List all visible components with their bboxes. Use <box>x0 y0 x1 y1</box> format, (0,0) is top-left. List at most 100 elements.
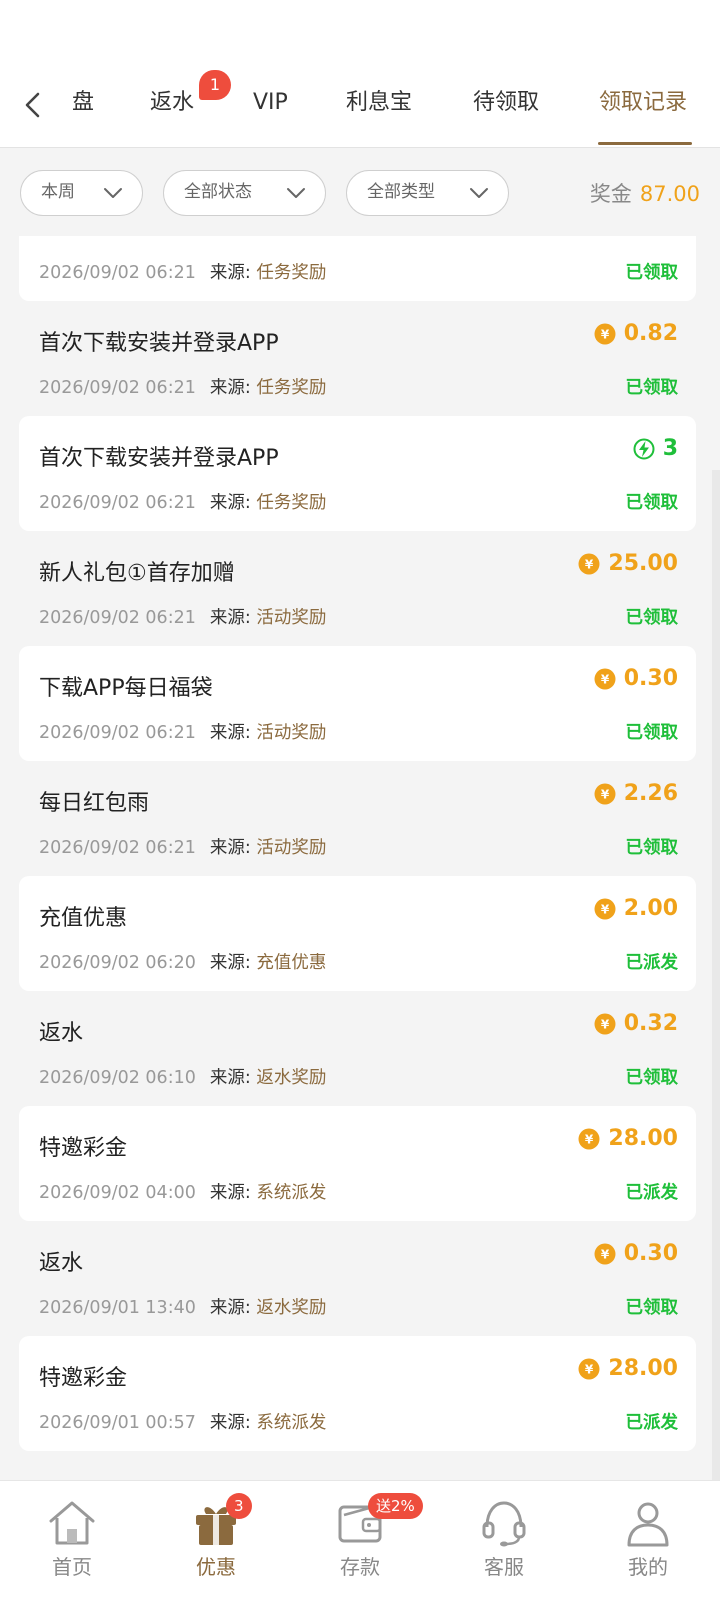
nav-profile[interactable]: 我的 <box>598 1499 698 1580</box>
bonus-label: 奖金 <box>589 182 632 206</box>
tab-pending[interactable]: 待领取 <box>473 88 539 118</box>
coin-icon: ¥ <box>578 553 600 574</box>
chevron-down-icon <box>104 188 122 198</box>
back-arrow-icon[interactable] <box>18 90 48 120</box>
coin-icon: ¥ <box>578 1358 600 1379</box>
tab-vip[interactable]: VIP <box>253 88 288 118</box>
record-title: 首次下载安装并登录APP <box>39 331 279 356</box>
record-status: 已领取 <box>625 1298 679 1318</box>
record-time: 2026/09/02 06:21 <box>39 378 196 398</box>
status-filter[interactable]: 全部状态 <box>163 170 326 216</box>
top-tab-bar: 盘 返水 1 VIP 利息宝 待领取 领取记录 <box>0 60 720 148</box>
record-time: 2026/09/02 06:21 <box>39 838 196 858</box>
record-row[interactable]: 每日红包雨 2026/09/02 06:21 来源: 活动奖励 ¥2.26 已领取 <box>19 761 696 876</box>
record-amount-value: 28.00 <box>608 1356 678 1381</box>
record-row[interactable]: 下载APP每日福袋 2026/09/02 06:21 来源: 活动奖励 ¥0.30 已领… <box>19 646 696 761</box>
record-source-label: 来源: <box>209 1413 251 1433</box>
coin-icon: ¥ <box>594 323 616 344</box>
record-amount-value: 25.00 <box>608 551 678 576</box>
chevron-down-icon <box>470 188 488 198</box>
svg-text:¥: ¥ <box>585 1132 594 1146</box>
record-meta: 2026/09/02 06:21 来源: 活动奖励 <box>39 604 326 629</box>
record-source: 任务奖励 <box>256 493 327 513</box>
tab-claim-records[interactable]: 领取记录 <box>599 88 687 118</box>
record-status: 已领取 <box>625 378 679 398</box>
coin-icon: ¥ <box>594 898 616 919</box>
coin-icon: ¥ <box>594 1013 616 1034</box>
nav-home[interactable]: 首页 <box>22 1499 122 1580</box>
record-source: 充值优惠 <box>256 953 327 973</box>
record-status: 已领取 <box>625 263 679 283</box>
record-time: 2026/09/02 06:21 <box>39 608 196 628</box>
record-row[interactable]: 充值优惠 2026/09/02 06:20 来源: 充值优惠 ¥2.00 已派发 <box>19 876 696 991</box>
record-source-label: 来源: <box>209 493 251 513</box>
record-meta: 2026/09/02 06:21 来源: 任务奖励 <box>39 374 326 399</box>
record-row[interactable]: 首次下载安装并登录APP 2026/09/02 06:21 来源: 任务奖励 ¥0.8… <box>19 301 696 416</box>
record-time: 2026/09/02 06:21 <box>39 493 196 513</box>
record-source: 任务奖励 <box>256 263 327 283</box>
record-title: 首次下载安装并登录APP <box>39 446 279 471</box>
record-source: 返水奖励 <box>256 1298 327 1318</box>
scrollbar[interactable] <box>712 470 720 1480</box>
record-row[interactable]: 返水 2026/09/01 13:40 来源: 返水奖励 ¥0.30 已领取 <box>19 1221 696 1336</box>
record-source: 任务奖励 <box>256 378 327 398</box>
record-amount: ¥2.26 <box>594 781 678 806</box>
record-time: 2026/09/02 04:00 <box>39 1183 196 1203</box>
record-source: 系统派发 <box>256 1183 327 1203</box>
record-source-label: 来源: <box>209 1068 251 1088</box>
record-meta: 2026/09/02 06:20 来源: 充值优惠 <box>39 949 326 974</box>
tab-rebate[interactable]: 返水 <box>150 88 194 118</box>
nav-deposit[interactable]: 送2% 存款 <box>310 1493 423 1580</box>
tab-interest[interactable]: 利息宝 <box>346 88 412 118</box>
record-time: 2026/09/02 06:10 <box>39 1068 196 1088</box>
record-source-label: 来源: <box>209 608 251 628</box>
record-meta: 2026/09/01 13:40 来源: 返水奖励 <box>39 1294 326 1319</box>
nav-deposit-badge: 送2% <box>368 1493 423 1519</box>
record-meta: 2026/09/02 04:00 来源: 系统派发 <box>39 1179 326 1204</box>
home-icon <box>49 1501 95 1545</box>
record-amount: ¥28.00 <box>578 1356 678 1381</box>
record-row[interactable]: 返水 2026/09/02 06:10 来源: 返水奖励 ¥0.32 已领取 <box>19 991 696 1106</box>
tab-rebate-badge: 1 <box>199 70 231 100</box>
coin-icon: ¥ <box>594 783 616 804</box>
svg-text:¥: ¥ <box>601 787 610 801</box>
chevron-down-icon <box>287 188 305 198</box>
bolt-icon <box>633 438 655 459</box>
record-row[interactable]: 特邀彩金 2026/09/01 00:57 来源: 系统派发 ¥28.00 已派发 <box>19 1336 696 1451</box>
record-source-label: 来源: <box>209 953 251 973</box>
record-source-label: 来源: <box>209 1183 251 1203</box>
nav-promotions[interactable]: 3 优惠 <box>166 1493 266 1580</box>
record-meta: 2026/09/02 06:21 来源: 任务奖励 <box>39 489 326 514</box>
records-list[interactable]: 2026/09/02 06:21 来源: 任务奖励 已领取 首次下载安装并登录APP 2… <box>0 236 720 1480</box>
record-amount: 3 <box>633 436 678 461</box>
svg-text:¥: ¥ <box>585 1362 594 1376</box>
tab-lottery-partial[interactable]: 盘 <box>72 88 94 118</box>
record-title: 特邀彩金 <box>39 1136 128 1161</box>
active-tab-indicator <box>598 142 692 145</box>
record-status: 已领取 <box>625 723 679 743</box>
record-row[interactable]: 2026/09/02 06:21 来源: 任务奖励 已领取 <box>19 236 696 301</box>
nav-support[interactable]: 客服 <box>454 1499 554 1580</box>
record-source-label: 来源: <box>209 1298 251 1318</box>
record-status: 已派发 <box>625 953 679 973</box>
record-amount-value: 28.00 <box>608 1126 678 1151</box>
record-time: 2026/09/02 06:20 <box>39 953 196 973</box>
svg-text:¥: ¥ <box>601 327 610 341</box>
record-meta: 2026/09/02 06:21 来源: 任务奖励 <box>39 259 326 284</box>
record-amount: ¥25.00 <box>578 551 678 576</box>
record-row[interactable]: 新人礼包①首存加赠 2026/09/02 06:21 来源: 活动奖励 ¥25.00 已… <box>19 531 696 646</box>
period-filter-label: 本周 <box>41 182 75 202</box>
record-amount-value: 0.30 <box>623 666 678 691</box>
period-filter[interactable]: 本周 <box>20 170 143 216</box>
record-row[interactable]: 首次下载安装并登录APP 2026/09/02 06:21 来源: 任务奖励 3 已领取 <box>19 416 696 531</box>
record-status: 已派发 <box>625 1183 679 1203</box>
svg-text:¥: ¥ <box>601 902 610 916</box>
record-amount: ¥0.32 <box>594 1011 678 1036</box>
type-filter[interactable]: 全部类型 <box>346 170 509 216</box>
user-icon <box>627 1502 669 1547</box>
record-row[interactable]: 特邀彩金 2026/09/02 04:00 来源: 系统派发 ¥28.00 已派发 <box>19 1106 696 1221</box>
record-time: 2026/09/02 06:21 <box>39 723 196 743</box>
coin-icon: ¥ <box>594 1243 616 1264</box>
record-amount: ¥0.30 <box>594 1241 678 1266</box>
record-amount-value: 0.30 <box>623 1241 678 1266</box>
